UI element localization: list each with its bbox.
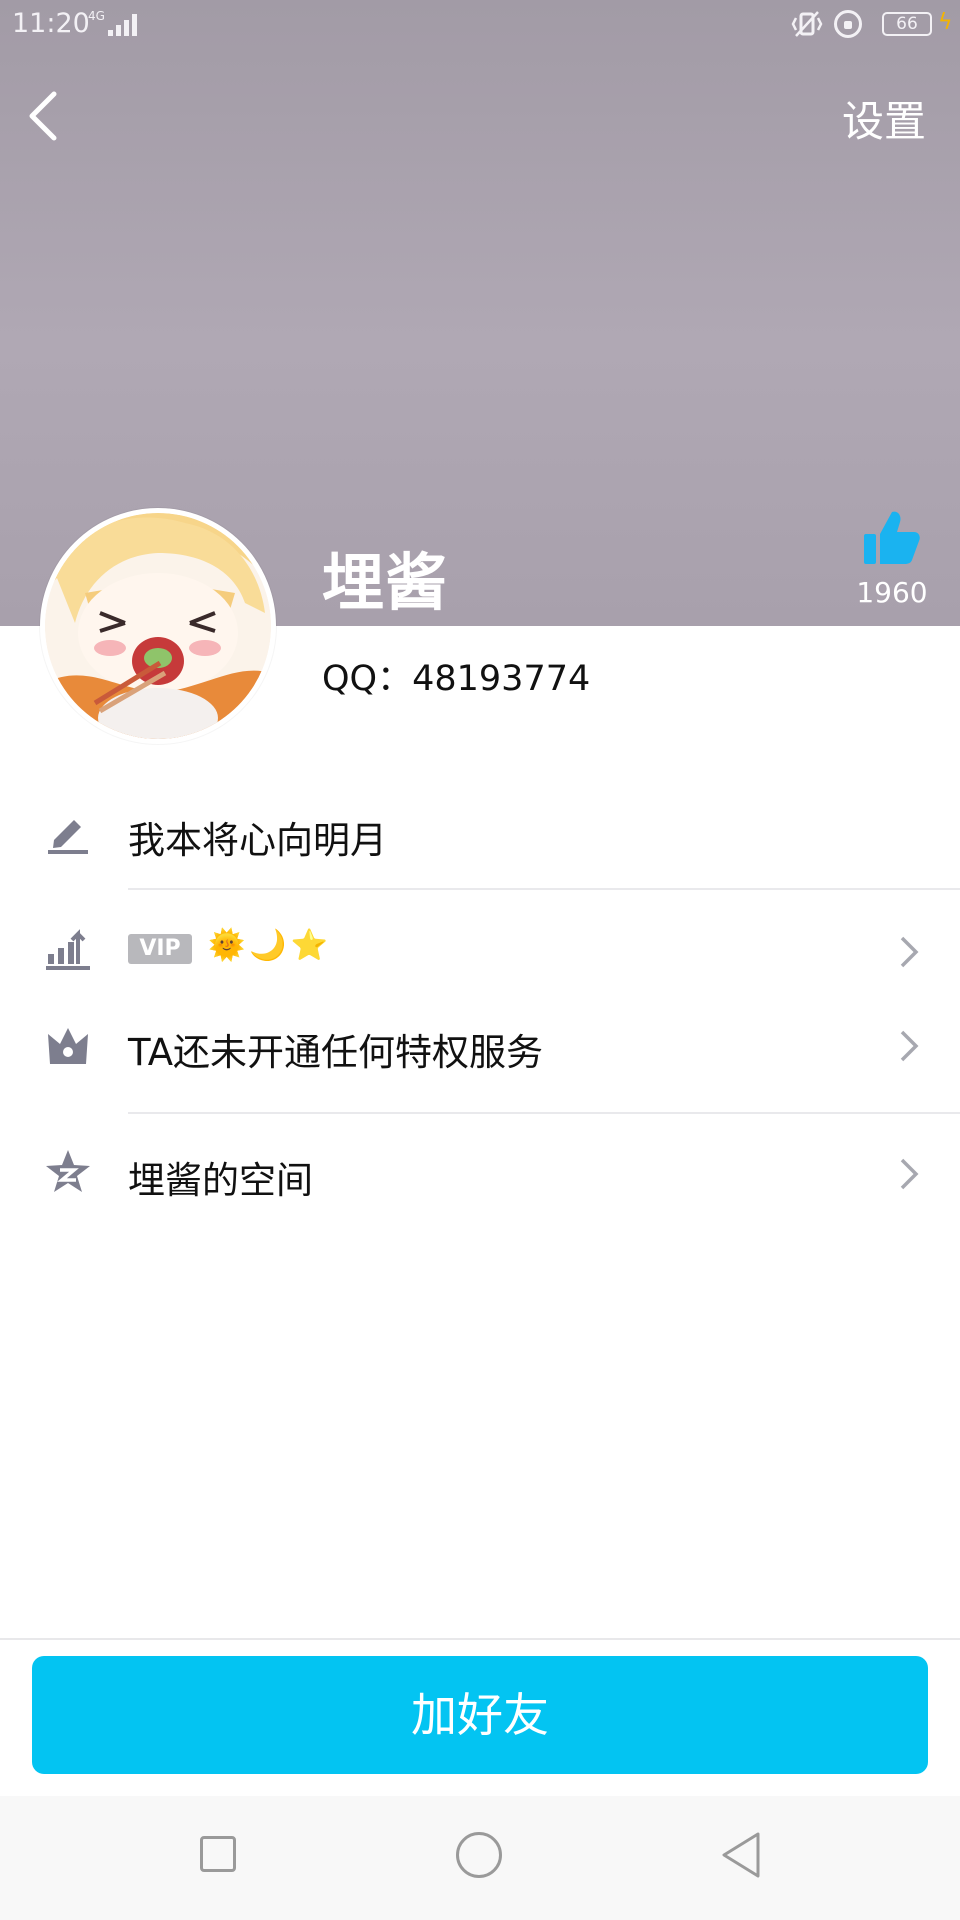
chevron-right-icon — [900, 936, 919, 968]
edit-icon — [48, 820, 88, 854]
home-icon[interactable] — [456, 1832, 502, 1878]
avatar-image — [45, 513, 271, 739]
privilege-row[interactable]: TA还未开通任何特权服务 — [0, 1004, 960, 1090]
status-time: 11:20 — [12, 8, 90, 39]
signature-row[interactable]: 我本将心向明月 — [0, 796, 960, 882]
space-text: 埋酱的空间 — [128, 1159, 313, 1202]
add-friend-button[interactable]: 加好友 — [32, 1656, 928, 1774]
avatar[interactable] — [40, 508, 276, 744]
nickname: 埋酱 — [322, 546, 449, 619]
qq-number: QQ：48193774 — [322, 659, 591, 699]
recent-apps-icon[interactable] — [200, 1836, 236, 1872]
divider — [128, 1112, 960, 1114]
network-type: 4G — [88, 9, 105, 23]
thumbs-up-icon[interactable] — [862, 508, 922, 568]
system-back-icon[interactable] — [718, 1830, 764, 1880]
like-block[interactable]: 1960 — [852, 508, 932, 609]
signal-icon — [108, 12, 144, 36]
chevron-right-icon — [900, 1158, 919, 1190]
level-icons: 🌞🌙⭐ — [208, 928, 333, 963]
status-bar: 11:20 4G 66 ϟ — [0, 0, 960, 48]
vibrate-icon — [791, 11, 823, 37]
space-row[interactable]: 埋酱的空间 — [0, 1132, 960, 1218]
vip-badge: VIP — [128, 934, 192, 964]
qzone-star-icon — [46, 1150, 90, 1192]
crown-icon — [48, 1028, 88, 1064]
system-navigation-bar — [0, 1796, 960, 1920]
divider — [128, 888, 960, 890]
chevron-right-icon — [900, 1030, 919, 1062]
level-chart-icon — [46, 929, 90, 970]
level-row[interactable]: VIP 🌞🌙⭐ — [0, 910, 960, 990]
privilege-text: TA还未开通任何特权服务 — [128, 1031, 544, 1074]
signature-text: 我本将心向明月 — [128, 819, 387, 862]
battery-icon: 66 — [882, 12, 932, 36]
rotation-lock-icon — [834, 10, 862, 38]
back-button[interactable] — [24, 86, 64, 146]
like-count: 1960 — [856, 576, 928, 609]
status-right: 66 ϟ — [790, 6, 960, 42]
bottom-separator — [0, 1638, 960, 1640]
settings-button[interactable]: 设置 — [842, 88, 926, 149]
charging-icon: ϟ — [938, 10, 953, 35]
